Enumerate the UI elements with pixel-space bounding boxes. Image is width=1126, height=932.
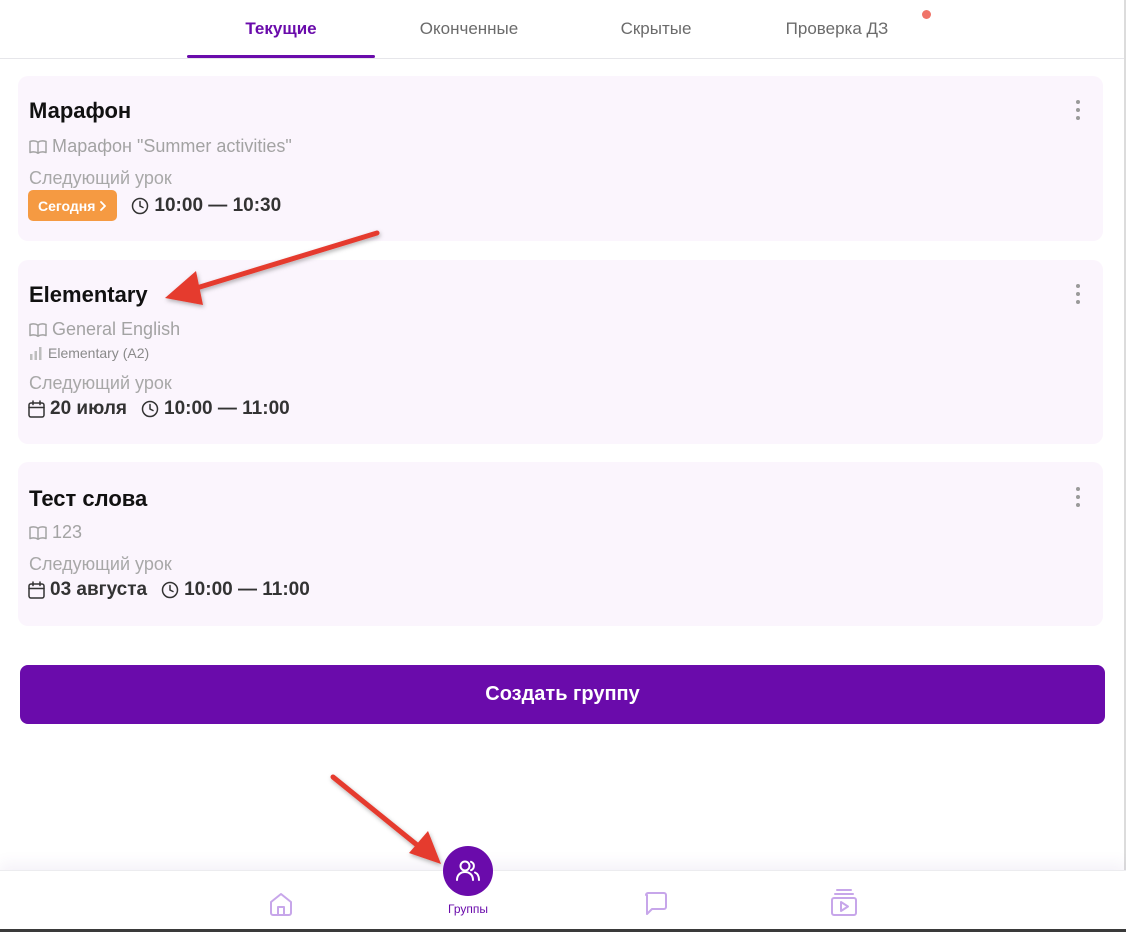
level-row: Elementary (A2) [29, 345, 149, 361]
clock-icon [131, 197, 149, 215]
tab-current[interactable]: Текущие [187, 0, 375, 58]
course-name: General English [52, 319, 181, 339]
level-bars-icon [29, 346, 43, 360]
time-text: 10:00 — 10:30 [154, 194, 282, 216]
today-label: Сегодня [38, 197, 96, 214]
lesson-date: 20 июля [28, 398, 127, 420]
groups-icon [454, 857, 482, 885]
course-row: General English [29, 319, 180, 340]
more-options-icon[interactable] [1073, 100, 1083, 120]
tab-homework-check[interactable]: Проверка ДЗ [749, 0, 925, 58]
date-text: 03 августа [50, 579, 148, 600]
next-lesson-row: 20 июля 10:00 — 11:00 [28, 398, 290, 420]
tab-hidden[interactable]: Скрытые [563, 0, 749, 58]
lesson-date: 03 августа [28, 579, 147, 601]
calendar-icon [28, 400, 45, 418]
date-text: 20 июля [50, 398, 128, 419]
time-text: 10:00 — 11:00 [184, 579, 310, 600]
clock-icon [141, 400, 159, 418]
group-title: Марафон [29, 98, 132, 123]
next-lesson-label: Следующий урок [29, 373, 172, 393]
active-tab-indicator [187, 55, 375, 58]
course-name: 123 [52, 522, 83, 542]
chat-icon [642, 889, 670, 917]
calendar-icon [28, 581, 45, 599]
lesson-time: 10:00 — 11:00 [141, 398, 290, 420]
lesson-time: 10:00 — 10:30 [131, 195, 281, 217]
nav-chat[interactable] [642, 889, 670, 922]
lesson-time: 10:00 — 11:00 [161, 579, 310, 601]
group-title: Тест слова [29, 486, 148, 511]
bottom-nav [0, 870, 1126, 932]
nav-groups-label: Группы [448, 902, 488, 916]
group-card-test-words[interactable]: Тест слова 123 Следующий урок 03 августа… [18, 462, 1103, 626]
book-icon [29, 322, 47, 338]
arrow-to-groups-nav-icon [330, 774, 441, 864]
notification-dot [922, 10, 931, 19]
today-button[interactable]: Сегодня [28, 190, 118, 221]
home-icon [267, 890, 295, 918]
level-name: Elementary (A2) [48, 345, 150, 361]
create-group-button[interactable]: Создать группу [20, 665, 1105, 724]
chevron-right-icon [99, 200, 107, 211]
next-lesson-row: Сегодня 10:00 — 10:30 [28, 190, 281, 221]
next-lesson-label: Следующий урок [29, 554, 172, 574]
nav-materials[interactable] [829, 887, 859, 922]
book-icon [29, 139, 47, 155]
video-library-icon [829, 887, 859, 917]
nav-home[interactable] [267, 890, 295, 923]
book-icon [29, 525, 47, 541]
course-row: 123 [29, 522, 82, 543]
time-text: 10:00 — 11:00 [164, 398, 290, 419]
clock-icon [161, 581, 179, 599]
course-name: Марафон "Summer activities" [52, 136, 292, 156]
groups-page: Текущие Оконченные Скрытые Проверка ДЗ М… [0, 0, 1126, 932]
group-card-elementary[interactable]: Elementary General English Elementary (A… [18, 260, 1103, 444]
next-lesson-row: 03 августа 10:00 — 11:00 [28, 579, 310, 601]
group-card-marathon[interactable]: Марафон Марафон "Summer activities" След… [18, 76, 1103, 241]
course-row: Марафон "Summer activities" [29, 136, 292, 157]
group-title: Elementary [29, 282, 148, 307]
next-lesson-label: Следующий урок [29, 168, 172, 188]
tab-finished[interactable]: Оконченные [375, 0, 563, 58]
more-options-icon[interactable] [1073, 487, 1083, 507]
more-options-icon[interactable] [1073, 284, 1083, 304]
tab-bar: Текущие Оконченные Скрытые Проверка ДЗ [0, 0, 1126, 59]
nav-groups[interactable] [443, 846, 493, 896]
